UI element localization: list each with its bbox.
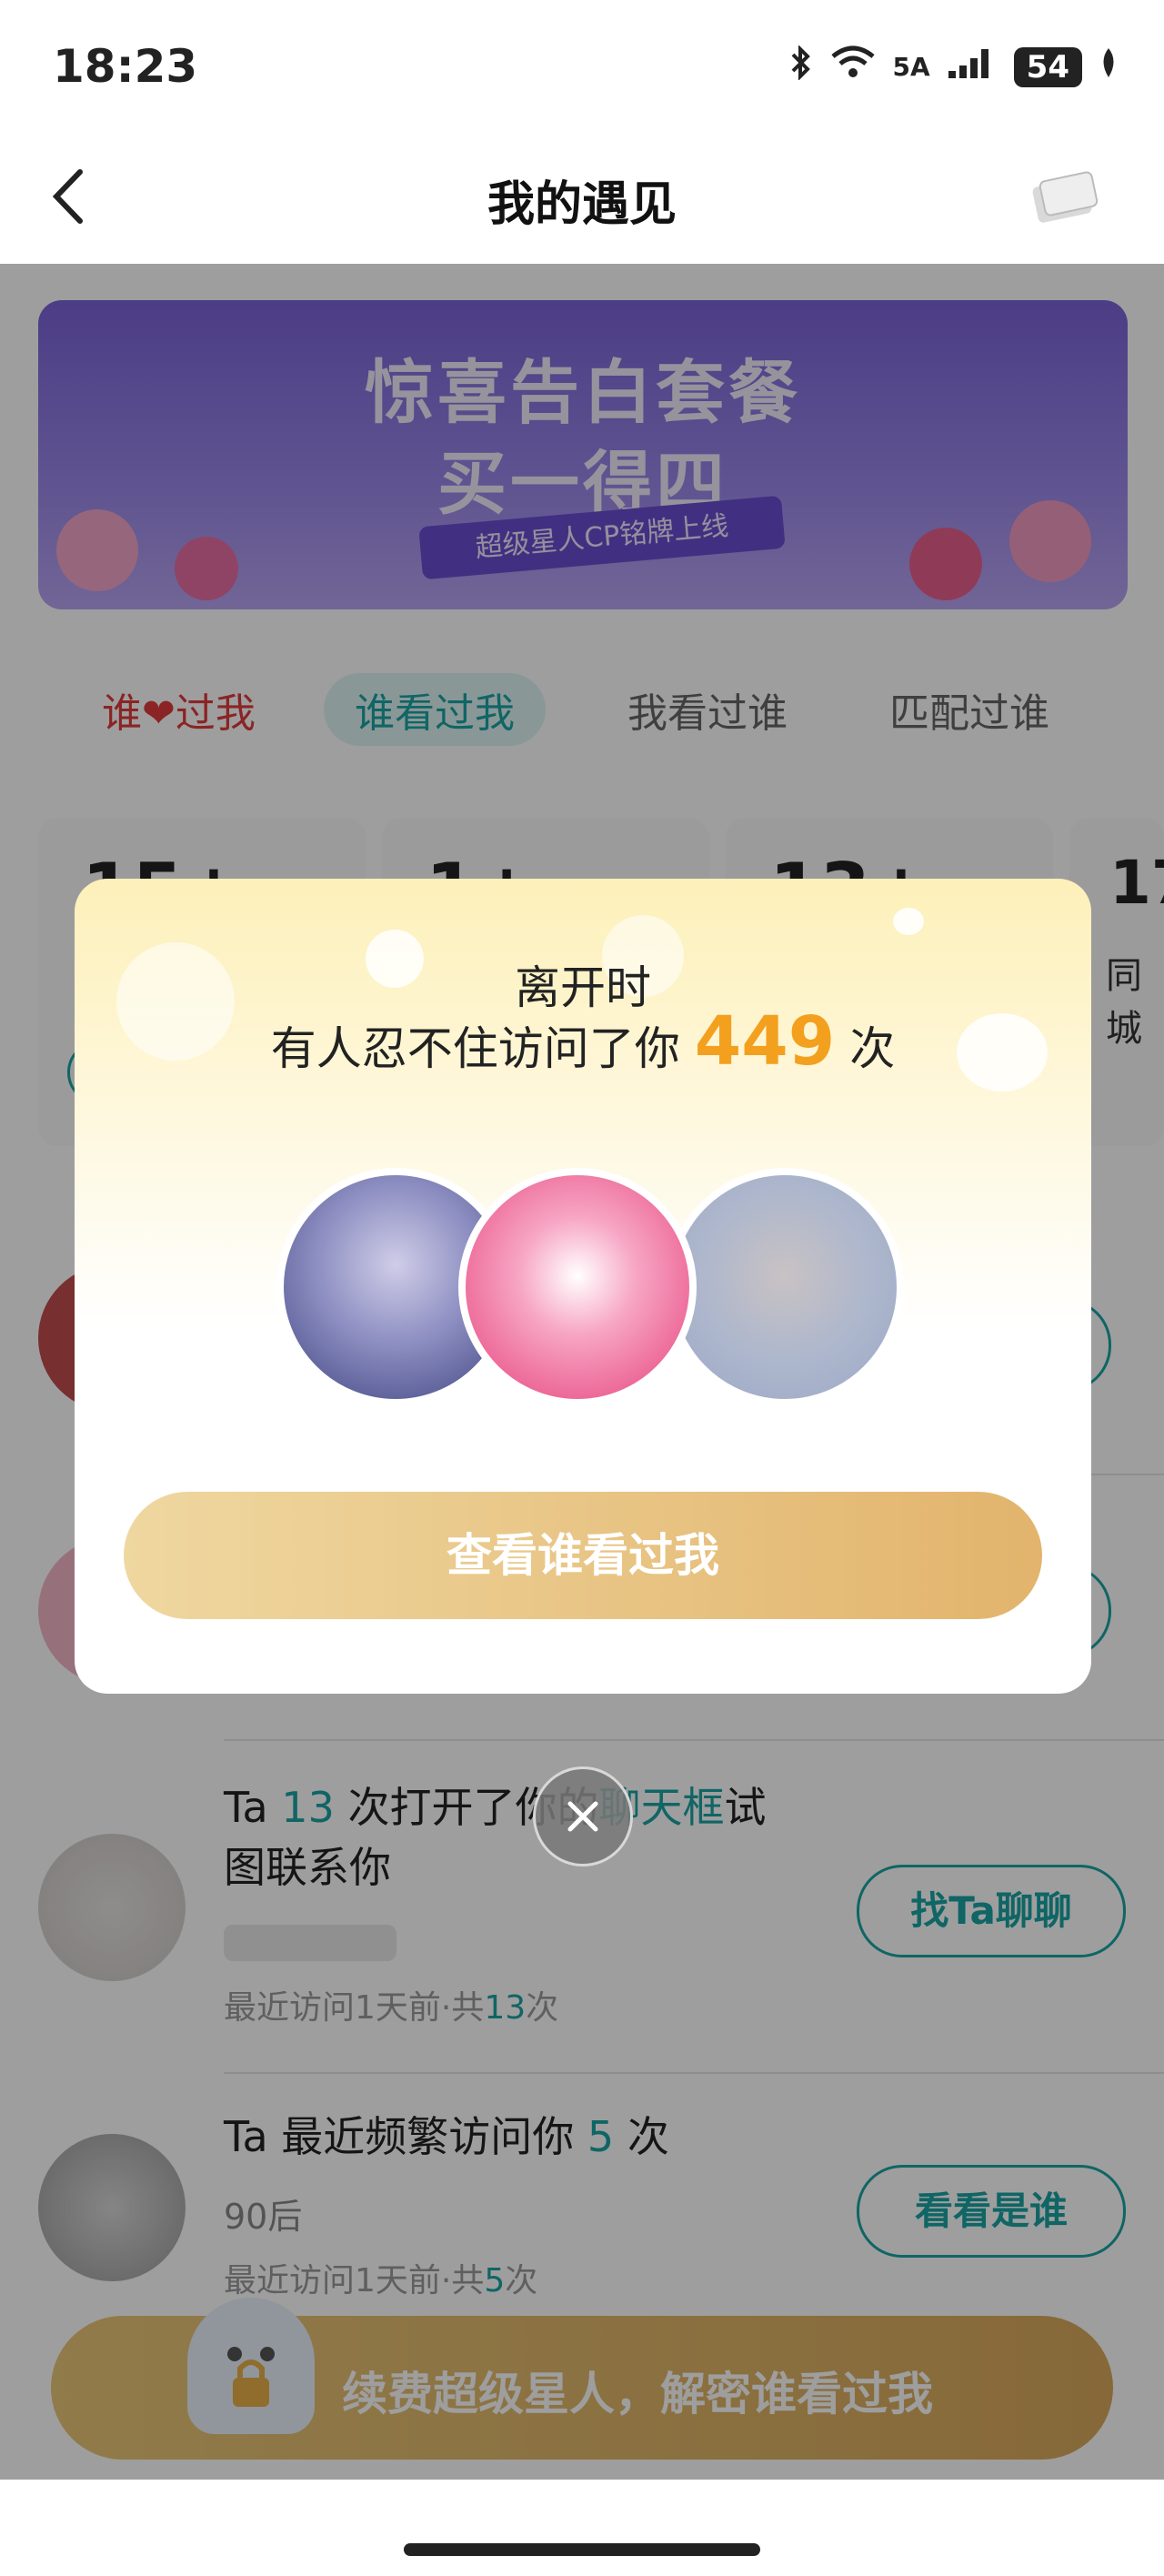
page-title: 我的遇见 [487,177,677,232]
close-button[interactable] [533,1766,633,1867]
bubble-decoration [893,908,924,935]
modal-text: 次 [849,1022,896,1075]
battery-icon: 54 [1013,46,1082,87]
card-gift-icon[interactable] [1028,169,1100,224]
signal-icon [947,45,998,88]
gesture-nav-bar[interactable] [404,2543,760,2556]
bluetooth-icon [789,45,813,88]
view-visitors-button[interactable]: 查看谁看过我 [124,1492,1042,1619]
nav-header: 我的遇见 [0,136,1164,264]
modal-line2: 有人忍不住访问了你 449 次 [75,1002,1091,1081]
status-bar: 18:23 5A 54 [0,0,1164,136]
visitor-modal: 离开时 有人忍不住访问了你 449 次 查看谁看过我 [75,879,1091,1694]
visit-count: 449 [694,1002,836,1081]
visitor-avatar [666,1168,904,1406]
close-icon [567,1801,598,1832]
status-icons: 5A 54 [789,45,1119,88]
leaf-icon [1099,46,1119,87]
wifi-icon [829,45,877,88]
status-time: 18:23 [53,40,198,93]
modal-text: 有人忍不住访问了你 [270,1022,680,1075]
visitor-avatar [458,1168,697,1406]
bottom-safe-area [0,2480,1164,2576]
network-label: 5A [892,52,930,82]
